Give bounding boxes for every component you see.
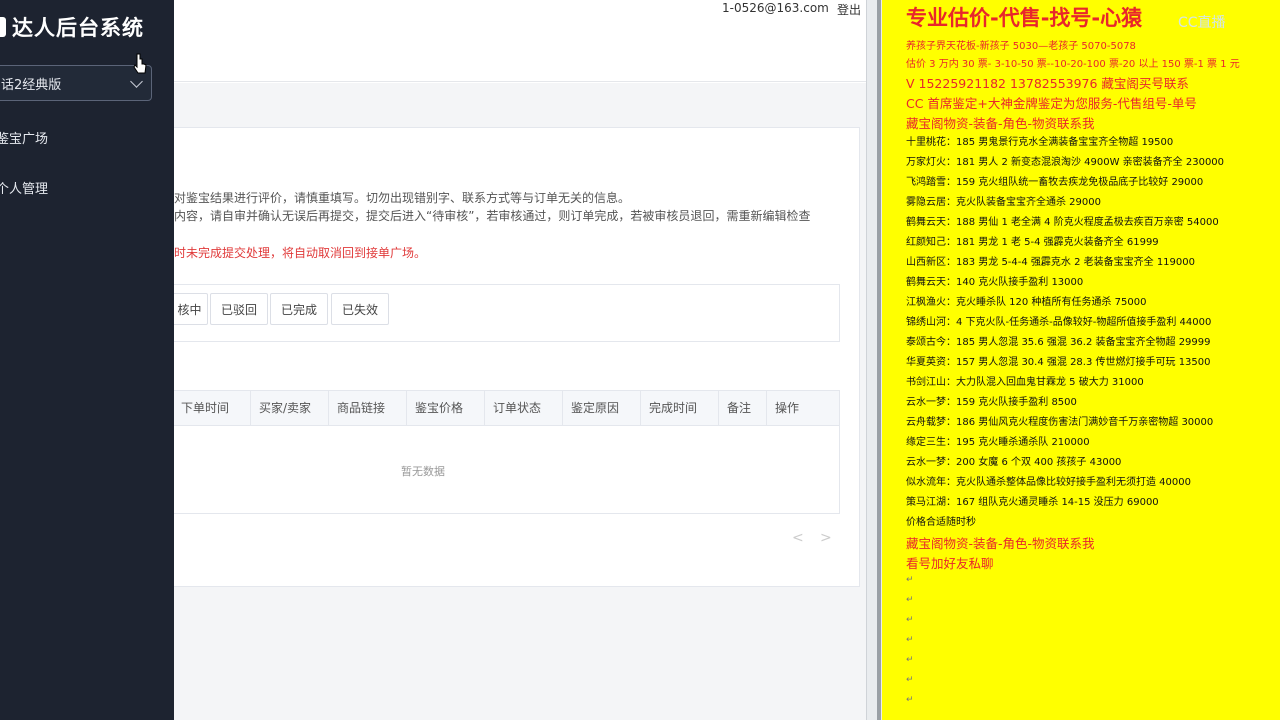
column-order-time: 下单时间 — [174, 391, 251, 426]
ad-line: 看号加好友私聊 — [906, 556, 994, 571]
paragraph-mark: ↵ — [906, 575, 914, 585]
ad-line: 泰颂古今：185 男人忽混 35.6 强混 36.2 装备宝宝齐全物超 2999… — [906, 337, 1211, 348]
ad-line: 飞鸿踏雪：159 克火组队统一畜牧去疾龙免极品底子比较好 29000 — [906, 177, 1204, 188]
column-remarks: 备注 — [719, 391, 767, 426]
ad-line: 雾隐云居：克火队装备宝宝齐全通杀 29000 — [906, 197, 1101, 208]
ad-line: 万家灯火：181 男人 2 新变态混浪淘沙 4900W 亲密装备齐全 23000… — [906, 157, 1225, 168]
window-splitter[interactable] — [866, 0, 882, 720]
logout-link[interactable]: 登出 — [837, 1, 861, 18]
ad-line: 似水流年：克火队通杀整体品像比较好接手盈利无须打造 40000 — [906, 477, 1191, 488]
column-appraisal-reason: 鉴定原因 — [563, 391, 641, 426]
ad-line: 缘定三生：195 克火睡杀通杀队 210000 — [906, 437, 1090, 448]
ad-line: V 15225921182 13782553976 藏宝阁买号联系 — [906, 76, 1189, 91]
ad-document-panel: 专业估价-代售-找号-心猿 CC直播 养孩子界天花板-新孩子 5030—老孩子 … — [882, 0, 1280, 720]
paragraph-mark: ↵ — [906, 655, 914, 665]
tab-under-review[interactable]: 核中 — [174, 293, 208, 325]
ad-line: 十里桃花：185 男鬼景行克水全满装备宝宝齐全物超 19500 — [906, 137, 1174, 148]
chevron-down-icon — [130, 75, 143, 88]
ad-title: 专业估价-代售-找号-心猿 — [906, 6, 1143, 30]
orders-table: 下单时间 买家/卖家 商品链接 鉴宝价格 订单状态 鉴定原因 完成时间 备注 操… — [174, 390, 840, 514]
mouse-cursor-icon — [133, 53, 147, 74]
tab-completed[interactable]: 已完成 — [270, 293, 328, 325]
column-item-link: 商品链接 — [329, 391, 407, 426]
ad-line: 书剑江山：大力队混入回血鬼甘霖龙 5 破大力 31000 — [906, 377, 1144, 388]
splitter-bar[interactable] — [877, 0, 881, 720]
ad-line: 云水一梦：200 女魔 6 个双 400 孩孩子 43000 — [906, 457, 1122, 468]
app-sidebar: 达人后台系统 话2经典版 鉴宝广场 个人管理 — [0, 0, 174, 720]
next-page-button[interactable]: > — [820, 530, 832, 546]
ad-line: 华夏英资：157 男人忽混 30.4 强混 28.3 传世燃灯接手可玩 1350… — [906, 357, 1211, 368]
ad-line: 估价 3 万内 30 票- 3-10-50 票--10-20-100 票-20 … — [906, 59, 1240, 70]
ad-line: 价格合适随时秒 — [906, 517, 976, 528]
ad-line: 云水一梦：159 克火队接手盈利 8500 — [906, 397, 1077, 408]
game-version-select[interactable]: 话2经典版 — [0, 65, 152, 101]
nav-item-personal-management[interactable]: 个人管理 — [0, 178, 48, 197]
game-version-value: 话2经典版 — [1, 77, 62, 93]
column-completion-time: 完成时间 — [641, 391, 719, 426]
ad-line: 江枫渔火：克火睡杀队 120 种植所有任务通杀 75000 — [906, 297, 1147, 308]
paragraph-mark: ↵ — [906, 695, 914, 705]
user-email: 1-0526@163.com — [722, 1, 829, 15]
column-order-status: 订单状态 — [485, 391, 563, 426]
ad-line: 鹤舞云天：140 克火队接手盈利 13000 — [906, 277, 1084, 288]
notice-line-2: 内容，请自审并确认无误后再提交，提交后进入“待审核”，若审核通过，则订单完成，若… — [174, 209, 811, 223]
column-buyer-seller: 买家/卖家 — [251, 391, 329, 426]
paragraph-mark: ↵ — [906, 675, 914, 685]
logo-icon — [0, 17, 6, 37]
empty-state-text: 暂无数据 — [401, 465, 445, 478]
prev-page-button[interactable]: < — [792, 530, 804, 546]
app-logo: 达人后台系统 — [0, 12, 144, 42]
stream-watermark: CC直播 — [1178, 15, 1226, 31]
table-header: 下单时间 买家/卖家 商品链接 鉴宝价格 订单状态 鉴定原因 完成时间 备注 操… — [174, 391, 839, 426]
ad-line: 锦绣山河：4 下克火队-任务通杀-品像较好-物超所值接手盈利 44000 — [906, 317, 1212, 328]
notice-warning: 时未完成提交处理，将自动取消回到接单广场。 — [174, 246, 427, 260]
ad-line: 藏宝阁物资-装备-角色-物资联系我 — [906, 536, 1095, 551]
ad-line: 红颜知己：181 男龙 1 老 5-4 强霹克火装备齐全 61999 — [906, 237, 1159, 248]
app-title: 达人后台系统 — [12, 16, 144, 40]
ad-line: CC 首席鉴定+大神金牌鉴定为您服务-代售组号-单号 — [906, 96, 1197, 111]
paragraph-mark: ↵ — [906, 595, 914, 605]
column-actions: 操作 — [775, 401, 800, 415]
paragraph-mark: ↵ — [906, 615, 914, 625]
top-bar: 1-0526@163.com 登出 — [174, 0, 866, 82]
notice-line-1: 对鉴宝结果进行评价，请慎重填写。切勿出现错别字、联系方式等与订单无关的信息。 — [174, 191, 631, 205]
tab-rejected[interactable]: 已驳回 — [210, 293, 268, 325]
column-appraisal-price: 鉴宝价格 — [407, 391, 485, 426]
ad-line: 藏宝阁物资-装备-角色-物资联系我 — [906, 116, 1095, 131]
ad-line: 山西新区：183 男龙 5-4-4 强霹克水 2 老装备宝宝齐全 119000 — [906, 257, 1195, 268]
main-content: 1-0526@163.com 登出 对鉴宝结果进行评价，请慎重填写。切勿出现错别… — [174, 0, 866, 720]
nav-item-appraisal-plaza[interactable]: 鉴宝广场 — [0, 128, 48, 147]
ad-line: 鹤舞云天：188 男仙 1 老全满 4 阶克火程度孟极去疾百万亲密 54000 — [906, 217, 1219, 228]
ad-line: 策马江湖：167 组队克火通灵睡杀 14-15 没压力 69000 — [906, 497, 1159, 508]
ad-line: 养孩子界天花板-新孩子 5030—老孩子 5070-5078 — [906, 41, 1136, 52]
tab-expired[interactable]: 已失效 — [331, 293, 389, 325]
ad-line: 云舟载梦：186 男仙风克火程度伤害法门满妙音千万亲密物超 30000 — [906, 417, 1214, 428]
paragraph-mark: ↵ — [906, 635, 914, 645]
